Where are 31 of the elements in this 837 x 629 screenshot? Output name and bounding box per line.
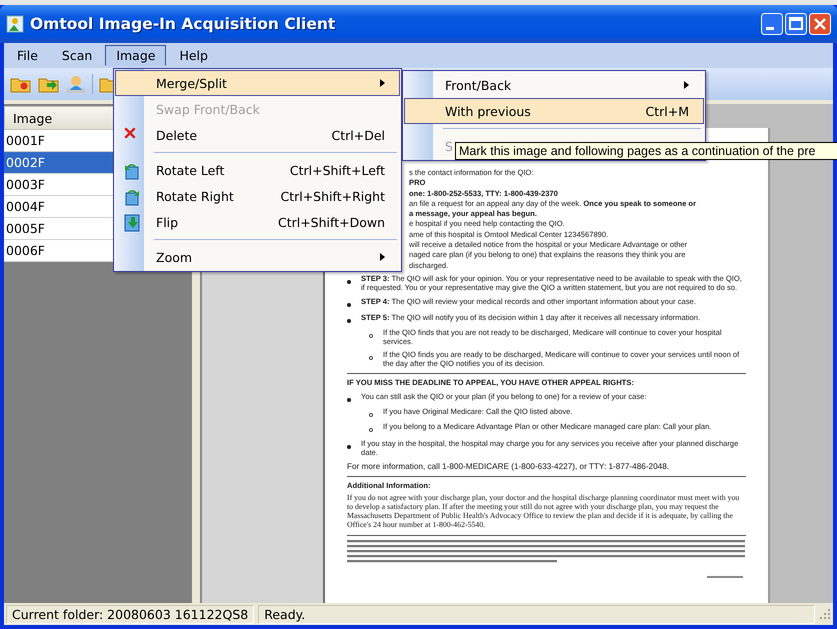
bullet-icon xyxy=(347,280,351,284)
status-text: Ready. xyxy=(258,604,815,624)
bullet-icon xyxy=(369,334,373,338)
bullet-icon xyxy=(369,428,373,432)
bullet-icon xyxy=(347,444,351,449)
rotate-left-icon xyxy=(124,162,140,180)
minimize-button[interactable] xyxy=(761,13,783,35)
bullet-icon xyxy=(347,302,351,307)
maximize-button[interactable] xyxy=(785,13,807,35)
delete-icon xyxy=(124,127,136,139)
bullet-icon xyxy=(369,356,373,360)
menu-item[interactable]: With previous Ctrl+M xyxy=(404,98,704,124)
window-title: Omtool Image-In Acquisition Client xyxy=(30,15,336,33)
flip-icon xyxy=(124,214,140,232)
resize-grip-icon xyxy=(819,608,831,620)
user-icon[interactable] xyxy=(66,74,86,94)
tooltip: Mark this image and following pages as a continuation of the pre xyxy=(455,142,837,160)
rotate-right-icon xyxy=(124,188,140,206)
menu-bar-item[interactable]: Image xyxy=(105,45,166,66)
bullet-icon xyxy=(369,412,373,417)
menu-item[interactable]: Merge/Split xyxy=(115,70,400,96)
menu-bar-item[interactable]: Scan xyxy=(50,45,104,66)
close-button[interactable] xyxy=(809,13,831,35)
document-text: For more information, call 1-800-MEDICARE (1-800-633-4227), or TTY: 1-877-486-2048. xyxy=(347,462,670,472)
bullet-icon xyxy=(347,398,351,402)
menu-bar-item[interactable]: File xyxy=(6,45,49,66)
menu-item[interactable]: Front/Back xyxy=(404,72,704,98)
menu-bar-item[interactable]: Help xyxy=(168,45,219,66)
bullet-icon xyxy=(347,318,351,323)
app-icon xyxy=(6,15,24,33)
status-folder: Current folder: 20080603 161122QS8 xyxy=(6,604,254,624)
